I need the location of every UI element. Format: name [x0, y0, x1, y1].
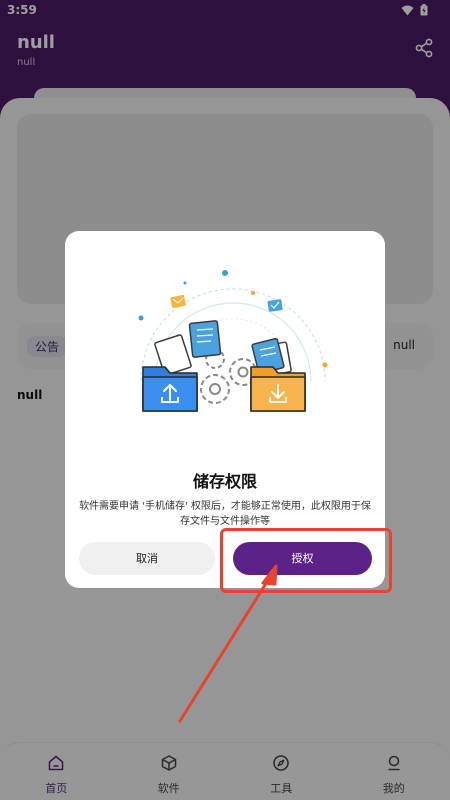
cancel-button[interactable]: 取消	[79, 542, 215, 575]
dialog-title: 储存权限	[192, 472, 257, 491]
dialog-description: 软件需要申请 '手机储存' 权限后，才能够正常使用，此权限用于保存文件与文件操作…	[79, 501, 371, 527]
storage-illustration	[138, 270, 328, 412]
highlight-box	[220, 528, 392, 593]
